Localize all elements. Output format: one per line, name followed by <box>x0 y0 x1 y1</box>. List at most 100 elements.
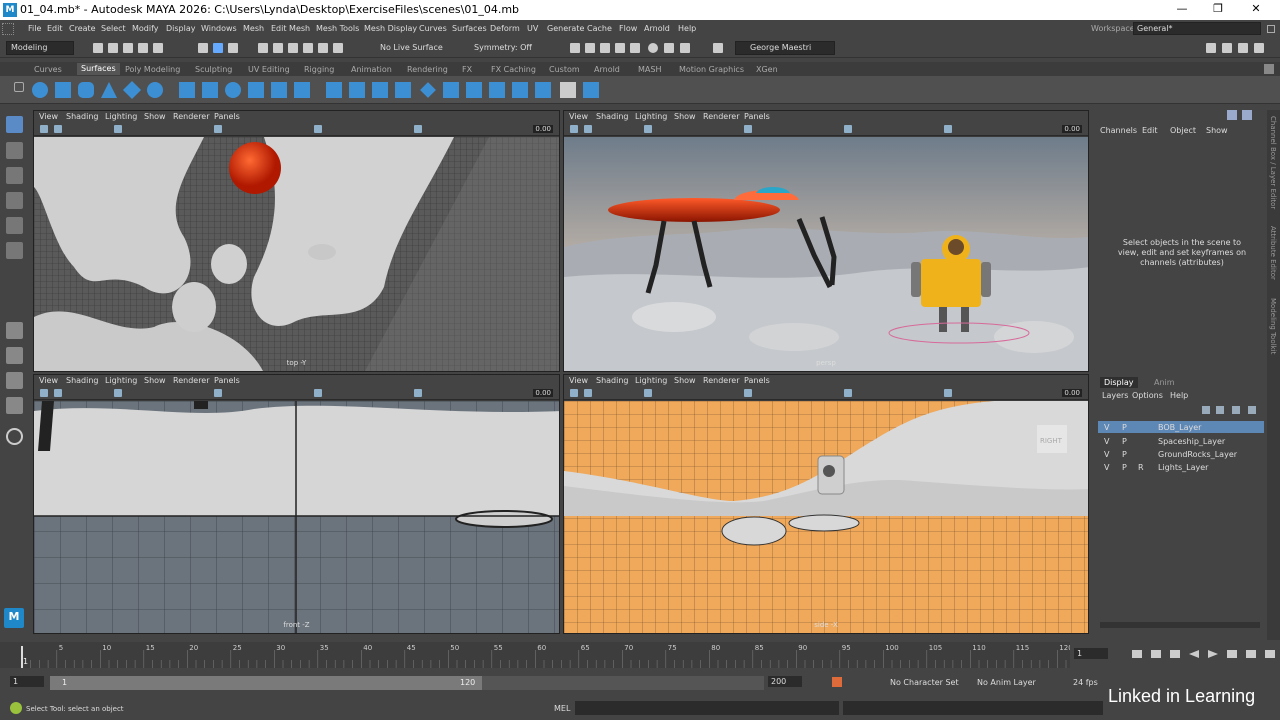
bevel-plus-icon[interactable] <box>349 82 365 98</box>
layer-playback[interactable]: P <box>1122 437 1127 446</box>
attach-surfaces-icon[interactable] <box>466 82 482 98</box>
cb-object-menu[interactable]: Object <box>1170 126 1196 135</box>
select-tool-icon[interactable] <box>6 116 23 133</box>
viewport-persp[interactable]: View Shading Lighting Show Renderer Pane… <box>563 110 1089 372</box>
exposure-value[interactable]: 0.00 <box>533 389 553 397</box>
maximize-button[interactable]: ❐ <box>1200 2 1236 15</box>
loft-icon[interactable] <box>202 82 218 98</box>
new-layer-selected-icon[interactable] <box>1248 406 1256 414</box>
play-forwards-icon[interactable] <box>1208 650 1218 658</box>
revolve-icon[interactable] <box>179 82 195 98</box>
close-button[interactable]: ✕ <box>1238 2 1274 15</box>
live-surface-label[interactable]: No Live Surface <box>380 43 443 52</box>
shelf-tab-surfaces[interactable]: Surfaces <box>77 63 120 75</box>
vp-menu-panels[interactable]: Panels <box>214 112 240 121</box>
nurbs-plane-icon[interactable] <box>122 80 142 100</box>
vp-menu-renderer[interactable]: Renderer <box>173 376 210 385</box>
menu-surfaces[interactable]: Surfaces <box>452 24 487 33</box>
layer-name[interactable]: GroundRocks_Layer <box>1158 450 1237 459</box>
untrim-icon[interactable] <box>443 82 459 98</box>
time-ruler[interactable]: 15 10 15 20 25 30 35 40 45 50 55 60 65 70 75 80 85 90 95 10… <box>0 640 1070 674</box>
isolate-select-icon[interactable] <box>414 125 422 133</box>
wireframe-icon[interactable] <box>744 389 752 397</box>
tab-anim[interactable]: Anim <box>1154 378 1175 387</box>
shelf-tab-rigging[interactable]: Rigging <box>304 65 334 74</box>
cb-show-menu[interactable]: Show <box>1206 126 1228 135</box>
step-forward-key-icon[interactable] <box>1246 650 1256 658</box>
layer-playback[interactable]: P <box>1122 463 1127 472</box>
grid-toggle-icon[interactable] <box>644 389 652 397</box>
layer-playback[interactable]: P <box>1122 450 1127 459</box>
vp-menu-shading[interactable]: Shading <box>596 376 629 385</box>
viewport-side-canvas[interactable]: RIGHT side -X <box>564 401 1088 633</box>
select-component-icon[interactable] <box>228 43 238 53</box>
vp-menu-shading[interactable]: Shading <box>66 376 99 385</box>
vp-menu-lighting[interactable]: Lighting <box>635 112 667 121</box>
extend-surfaces-icon[interactable] <box>535 82 551 98</box>
layer-scrollbar[interactable] <box>1100 622 1260 628</box>
redo-icon[interactable] <box>153 43 163 53</box>
viewport-front[interactable]: View Shading Lighting Show Renderer Pane… <box>33 374 560 634</box>
exposure-value[interactable]: 0.00 <box>1062 125 1082 133</box>
nurbs-cylinder-icon[interactable] <box>78 82 94 98</box>
wireframe-icon[interactable] <box>214 125 222 133</box>
layer-visibility[interactable]: V <box>1104 437 1109 446</box>
layer-name[interactable]: BOB_Layer <box>1158 423 1201 432</box>
boundary-icon[interactable] <box>294 82 310 98</box>
tear-off-icon[interactable] <box>2 23 14 35</box>
shelf-tab-fx[interactable]: FX <box>462 65 472 74</box>
menu-mesh-display[interactable]: Mesh Display <box>364 24 417 33</box>
ipr-render-icon[interactable] <box>585 43 595 53</box>
menu-mesh-tools[interactable]: Mesh Tools <box>316 24 359 33</box>
fps-label[interactable]: 24 fps <box>1073 678 1098 687</box>
camera-attr-icon[interactable] <box>54 389 62 397</box>
layer-name[interactable]: Lights_Layer <box>1158 463 1208 472</box>
shelf-tab-animation[interactable]: Animation <box>351 65 392 74</box>
vp-menu-panels[interactable]: Panels <box>744 376 770 385</box>
workspace-dropdown[interactable]: General* <box>1133 22 1261 35</box>
viewport-top-canvas[interactable]: top -Y <box>34 137 559 371</box>
layer-playback[interactable]: P <box>1122 423 1127 432</box>
scale-tool-icon[interactable] <box>6 242 23 259</box>
paint-select-icon[interactable] <box>6 167 23 184</box>
viewport-persp-canvas[interactable]: persp <box>564 137 1088 371</box>
menu-curves[interactable]: Curves <box>419 24 447 33</box>
vp-menu-view[interactable]: View <box>569 112 588 121</box>
vp-menu-panels[interactable]: Panels <box>214 376 240 385</box>
vp-menu-lighting[interactable]: Lighting <box>105 376 137 385</box>
tab-attribute-editor[interactable]: Attribute Editor <box>1269 226 1277 280</box>
shelf-tab-xgen[interactable]: XGen <box>756 65 778 74</box>
anim-layer-label[interactable]: No Anim Layer <box>977 678 1036 687</box>
four-view-icon[interactable] <box>6 347 23 364</box>
hypershade-icon[interactable] <box>615 43 625 53</box>
menu-flow[interactable]: Flow <box>619 24 637 33</box>
shelf-tab-uv-editing[interactable]: UV Editing <box>248 65 290 74</box>
layer-visibility[interactable]: V <box>1104 463 1109 472</box>
shelf-tab-motion-graphics[interactable]: Motion Graphics <box>679 65 744 74</box>
shelf-tab-poly-modeling[interactable]: Poly Modeling <box>125 65 180 74</box>
render-settings-icon[interactable] <box>600 43 610 53</box>
range-slider-handle[interactable]: 1 120 <box>50 676 482 690</box>
step-back-key-icon[interactable] <box>1151 650 1161 658</box>
new-layer-icon[interactable] <box>1232 406 1240 414</box>
menu-arnold[interactable]: Arnold <box>644 24 670 33</box>
smooth-shade-icon[interactable] <box>844 125 852 133</box>
vp-menu-show[interactable]: Show <box>674 112 696 121</box>
vp-menu-panels[interactable]: Panels <box>744 112 770 121</box>
layer-row[interactable]: V P GroundRocks_Layer <box>1098 448 1264 460</box>
menu-mesh[interactable]: Mesh <box>243 24 264 33</box>
camera-select-icon[interactable] <box>570 125 578 133</box>
select-object-icon[interactable] <box>213 43 223 53</box>
options-menu[interactable]: Options <box>1132 391 1163 400</box>
vp-menu-lighting[interactable]: Lighting <box>105 112 137 121</box>
channel-box-settings-icon[interactable] <box>1242 110 1252 120</box>
tab-channel-box-layer-editor[interactable]: Channel Box / Layer Editor <box>1269 116 1277 209</box>
square-surface-icon[interactable] <box>326 82 342 98</box>
workspace-lock-icon[interactable] <box>1267 25 1275 33</box>
insert-isoparms-icon[interactable] <box>512 82 528 98</box>
vp-menu-view[interactable]: View <box>39 376 58 385</box>
nurbs-cube-icon[interactable] <box>55 82 71 98</box>
cb-edit-menu[interactable]: Edit <box>1142 126 1158 135</box>
modeling-toolkit-icon[interactable] <box>1206 43 1216 53</box>
planar-icon[interactable] <box>225 82 241 98</box>
